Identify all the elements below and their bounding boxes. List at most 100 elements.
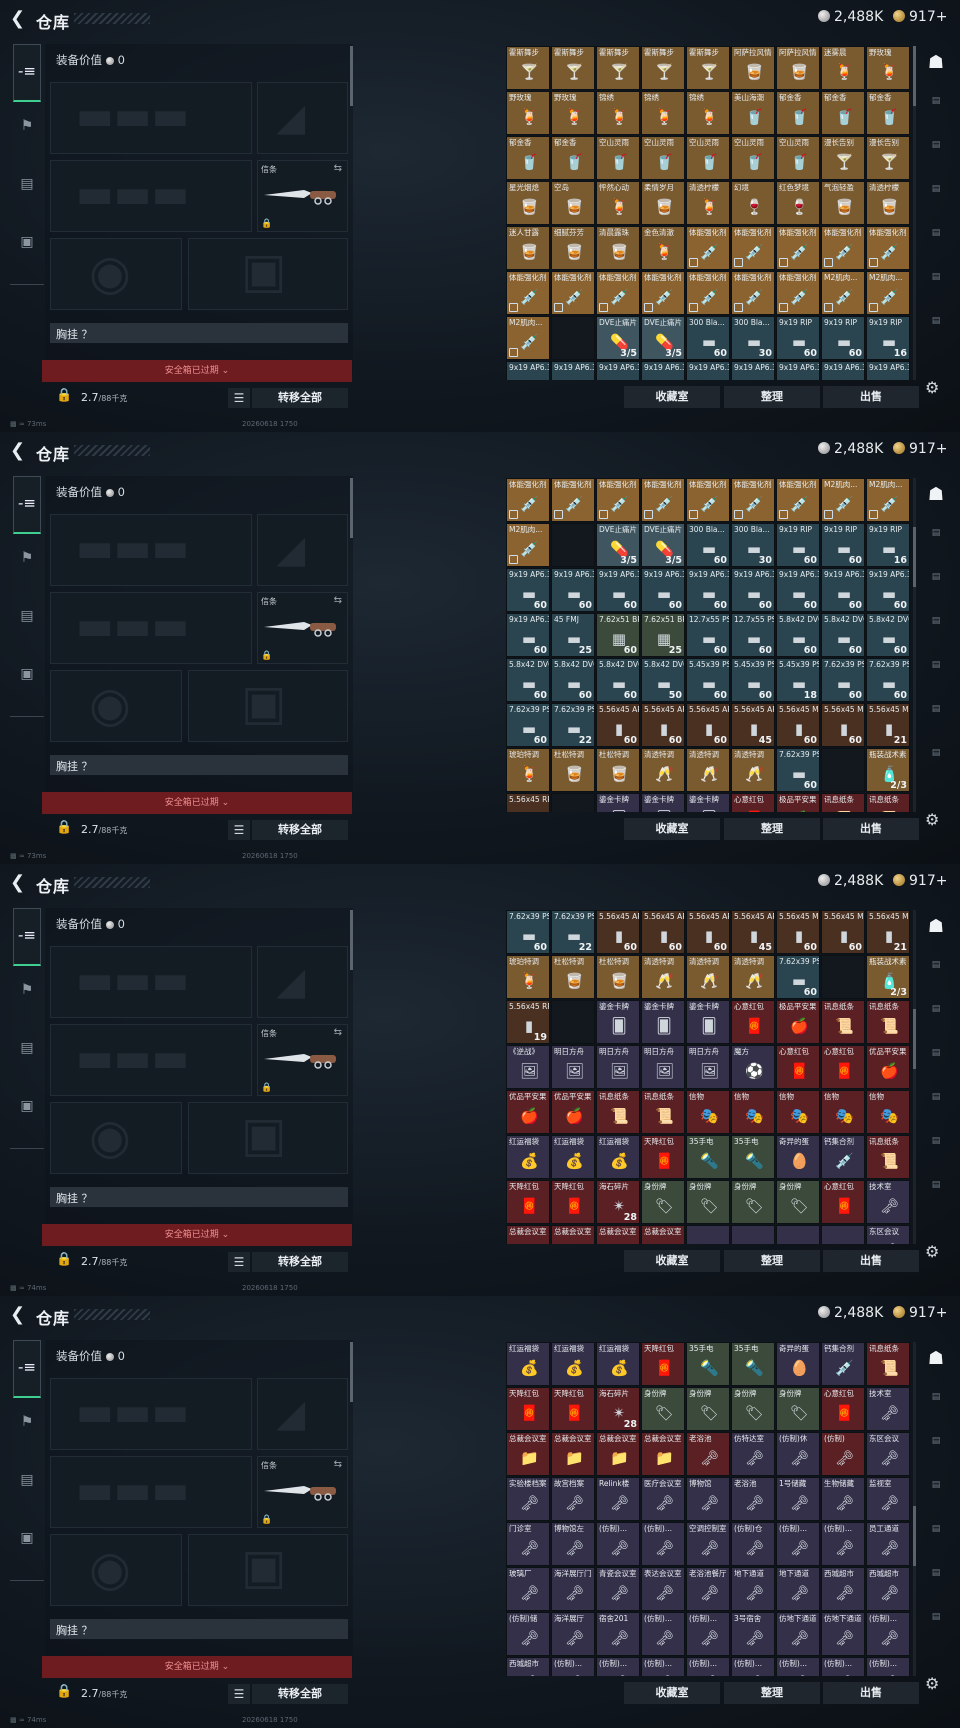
- inventory-item[interactable]: 东区会议 🗝: [866, 1432, 910, 1476]
- storage-tab-icon[interactable]: ▤: [922, 228, 950, 256]
- inventory-item[interactable]: 野玫瑰 🍹: [506, 91, 550, 135]
- nav-briefcase-icon[interactable]: ▣: [13, 660, 41, 688]
- inventory-item[interactable]: 体能强化剂 💉: [776, 478, 820, 522]
- inventory-item[interactable]: 优品平安果 🍎: [506, 1090, 550, 1134]
- inventory-item[interactable]: 总裁会议室 📁: [641, 1225, 685, 1244]
- inventory-item[interactable]: DVE止痛片 💊 3/5: [641, 316, 685, 360]
- inventory-item[interactable]: 天降红包 🧧: [551, 1387, 595, 1431]
- inventory-item[interactable]: 5.56x45 M855▮60: [776, 910, 820, 954]
- inventory-item[interactable]: 7.62x39 PS ▬ 60: [866, 658, 910, 702]
- inventory-item[interactable]: 心意红包 🧧: [821, 1387, 865, 1431]
- inventory-item[interactable]: 300 Bla... ▬ 60: [686, 523, 730, 567]
- nav-gun-icon[interactable]: ‑≡: [13, 1340, 41, 1398]
- inventory-item[interactable]: 300 Bla... ▬ 60: [686, 316, 730, 360]
- inventory-item[interactable]: 清透特调 🥂: [731, 955, 775, 999]
- inventory-item[interactable]: 玻璃厂 🗝: [506, 1567, 550, 1611]
- inventory-item[interactable]: 讯息纸条 📜: [866, 1342, 910, 1386]
- safe-box-expired-banner[interactable]: 安全箱已过期 ⌄: [42, 1224, 352, 1246]
- inventory-item[interactable]: M2肌肉... 💉: [866, 271, 910, 315]
- inventory-item[interactable]: 心意红包 🧧: [821, 1045, 865, 1089]
- chest-rig-slot[interactable]: 胸挂 ？: [50, 1187, 348, 1207]
- inventory-item[interactable]: 天降红包 🧧: [641, 1342, 685, 1386]
- inventory-item[interactable]: DVE止痛片 💊 3/5: [641, 523, 685, 567]
- inventory-item[interactable]: 9x19 AP6.3 ▬: [776, 361, 820, 380]
- inventory-item[interactable]: 9x19 RIP ▬ 60: [776, 316, 820, 360]
- inventory-item[interactable]: 博物馆 🗝: [686, 1477, 730, 1521]
- nav-briefcase-icon[interactable]: ▣: [13, 1092, 41, 1120]
- inventory-item[interactable]: 5.56x45 AP ▮ 60: [686, 910, 730, 954]
- inventory-item[interactable]: 细腻芬芳 🥃: [551, 226, 595, 270]
- storage-tab-icon[interactable]: ▤: [922, 1392, 950, 1420]
- inventory-item[interactable]: 7.62x51 BPZ▦25: [641, 613, 685, 657]
- inventory-item[interactable]: 仿地下通道 🗝: [776, 1612, 820, 1656]
- inventory-item[interactable]: (仿制)... 🗝: [551, 1657, 595, 1676]
- inventory-item[interactable]: 漫长告别 🍸: [866, 136, 910, 180]
- inventory-item[interactable]: DVE止痛片 💊 3/5: [596, 316, 640, 360]
- inventory-item[interactable]: 9x19 AP6.3 ▬: [506, 361, 550, 380]
- inventory-item[interactable]: 地下通道 🗝: [731, 1567, 775, 1611]
- storage-tab-icon[interactable]: ▤: [922, 704, 950, 732]
- secondary-weapon-slot[interactable]: ▬▬▬: [50, 592, 252, 664]
- inventory-item[interactable]: 锦绣 🍹: [686, 91, 730, 135]
- inventory-item[interactable]: 35手电 🔦: [731, 1342, 775, 1386]
- inventory-item[interactable]: 5.45x39 PS ▬ 18: [776, 658, 820, 702]
- inventory-item[interactable]: 体能强化剂 💉: [731, 226, 775, 270]
- inventory-item[interactable]: 9x19 AP6.3 ▬ 60: [686, 568, 730, 612]
- storage-tab-icon[interactable]: ▤: [922, 140, 950, 168]
- storage-tab-icon[interactable]: ▤: [922, 960, 950, 988]
- warehouse-tab-icon[interactable]: ☗: [922, 1348, 950, 1376]
- inventory-item[interactable]: 9x19 AP6.3 ▬ 60: [506, 568, 550, 612]
- inventory-item[interactable]: 体能强化剂 💉: [506, 478, 550, 522]
- storage-tab-icon[interactable]: ▤: [922, 96, 950, 124]
- inventory-item[interactable]: 体能强化剂 💉: [686, 271, 730, 315]
- inventory-item[interactable]: 身份牌 🏷: [686, 1180, 730, 1224]
- warehouse-tab-icon[interactable]: ☗: [922, 916, 950, 944]
- storage-tab-icon[interactable]: ▤: [922, 1136, 950, 1164]
- inventory-item[interactable]: 7.62x39 PS ▬ 60: [506, 910, 550, 954]
- inventory-item[interactable]: 体能强化剂 💉: [776, 271, 820, 315]
- back-arrow-icon[interactable]: ❮: [10, 1304, 25, 1325]
- inventory-item[interactable]: 霍斯舞步 🍸: [551, 46, 595, 90]
- inventory-item[interactable]: 红运福袋 💰: [551, 1342, 595, 1386]
- inventory-item[interactable]: 鎏金卡牌 🂠: [641, 793, 685, 812]
- inventory-item[interactable]: 老浴池餐厅 🗝: [686, 1567, 730, 1611]
- inventory-item[interactable]: 杜松特调 🥃: [596, 955, 640, 999]
- inventory-item[interactable]: 讯息纸条 📜: [641, 1090, 685, 1134]
- safe-box-expired-banner[interactable]: 安全箱已过期 ⌄: [42, 360, 352, 382]
- pistol-slot[interactable]: ◢: [257, 514, 348, 586]
- transfer-all-button[interactable]: 转移全部: [252, 1252, 348, 1272]
- inventory-item[interactable]: (仿制)休 🗝: [776, 1432, 820, 1476]
- inventory-item[interactable]: 身份牌 🏷: [686, 1387, 730, 1431]
- inventory-item[interactable]: 讯息纸条 📜: [866, 793, 910, 812]
- nav-briefcase-icon[interactable]: ▣: [13, 228, 41, 256]
- primary-weapon-slot[interactable]: ▬▬▬: [50, 514, 252, 586]
- inventory-item[interactable]: M2肌肉... 💉: [506, 523, 550, 567]
- sell-button[interactable]: 出售: [823, 1682, 919, 1704]
- inventory-item[interactable]: 体能强化剂 💉: [551, 271, 595, 315]
- inventory-item[interactable]: 地下通道 🗝: [776, 1567, 820, 1611]
- pistol-slot[interactable]: ◢: [257, 1378, 348, 1450]
- inventory-item[interactable]: 9x19 AP6.3 ▬: [731, 361, 775, 380]
- chest-rig-slot[interactable]: 胸挂 ？: [50, 1619, 348, 1639]
- inventory-item[interactable]: 讯息纸条 📜: [866, 1000, 910, 1044]
- inventory-item[interactable]: 5.56x45 AP ▮ 45: [731, 703, 775, 747]
- inventory-item[interactable]: 35手电 🔦: [686, 1135, 730, 1179]
- armor-slot[interactable]: ▣: [188, 1534, 348, 1606]
- inventory-item[interactable]: 5.8x42 DVC12▬60: [821, 613, 865, 657]
- warehouse-tab-icon[interactable]: ☗: [922, 484, 950, 512]
- primary-weapon-slot[interactable]: ▬▬▬: [50, 82, 252, 154]
- inventory-item[interactable]: 锦绣 🍹: [596, 91, 640, 135]
- inventory-item[interactable]: 总裁会议室 📁: [506, 1225, 550, 1244]
- sell-button[interactable]: 出售: [823, 386, 919, 408]
- inventory-item[interactable]: 生物储藏 🗝: [821, 1477, 865, 1521]
- inventory-item[interactable]: 9x19 AP6.3 ▬ 60: [641, 568, 685, 612]
- transfer-all-button[interactable]: 转移全部: [252, 1684, 348, 1704]
- inventory-item[interactable]: 怦然心动 🍹: [596, 181, 640, 225]
- inventory-item[interactable]: [776, 1225, 820, 1244]
- inventory-item[interactable]: 心意红包 🧧: [731, 793, 775, 812]
- inventory-item[interactable]: 9x19 RIP ▬ 16: [866, 316, 910, 360]
- inventory-item[interactable]: 9x19 AP6.3 ▬: [596, 361, 640, 380]
- collection-room-button[interactable]: 收藏室: [624, 386, 720, 408]
- helmet-slot[interactable]: ◉: [50, 1534, 182, 1606]
- inventory-item[interactable]: 讯息纸条 📜: [821, 793, 865, 812]
